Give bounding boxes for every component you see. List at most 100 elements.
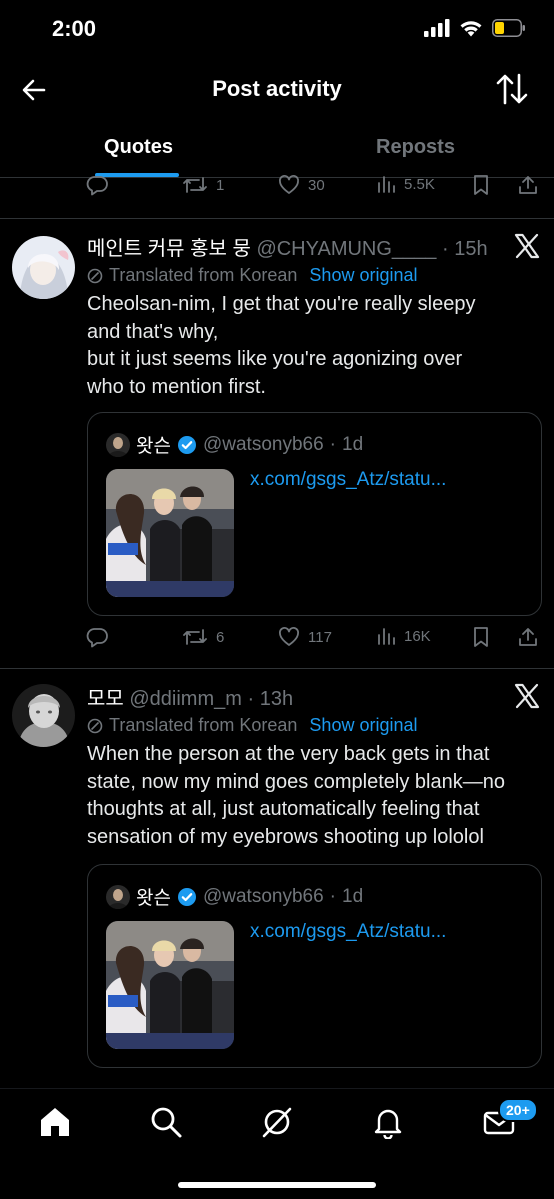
- translation-row: Translated from Korean Show original: [87, 715, 417, 736]
- share-button[interactable]: [518, 626, 538, 648]
- tab-reposts[interactable]: Reposts: [277, 122, 554, 178]
- status-icons: [424, 19, 526, 37]
- post-text-line: but it just seems like you're agonizing …: [87, 348, 463, 370]
- quoted-time: 1d: [342, 885, 364, 907]
- post-actions: 6 117 16K: [86, 626, 546, 656]
- home-indicator: [178, 1182, 376, 1188]
- quoted-post-card[interactable]: 왓슨 @watsonyb66 · 1d x.com/gsgs_Atz/statu…: [87, 412, 542, 616]
- cellular-signal-icon: [424, 19, 450, 37]
- battery-icon: [492, 19, 525, 37]
- translation-row: Translated from Korean Show original: [87, 265, 417, 286]
- sort-icon[interactable]: [496, 72, 528, 106]
- translated-label: Translated from Korean: [109, 715, 298, 735]
- avatar[interactable]: [12, 236, 75, 299]
- quoted-link[interactable]: x.com/gsgs_Atz/statu...: [250, 921, 446, 943]
- translated-label: Translated from Korean: [109, 265, 298, 285]
- x-logo-icon: [514, 683, 540, 709]
- tab-quotes[interactable]: Quotes: [0, 122, 277, 178]
- grok-icon[interactable]: [260, 1105, 294, 1139]
- quoted-time: 1d: [342, 433, 364, 455]
- repost-icon: [183, 629, 207, 645]
- messages-badge: 20+: [498, 1098, 538, 1122]
- previous-post-actions: 1 30 5.5K: [86, 174, 546, 204]
- like-button[interactable]: 30: [278, 174, 325, 196]
- quoted-post-card[interactable]: 왓슨 @watsonyb66 · 1d x.com/gsgs_Atz/statu…: [87, 864, 542, 1068]
- views-icon: [378, 176, 395, 193]
- views-icon: [378, 628, 395, 645]
- reply-button[interactable]: [86, 174, 108, 196]
- display-name[interactable]: 메인트 커뮤 홍보 뭉: [87, 238, 251, 260]
- repost-count: 6: [216, 628, 225, 646]
- top-bar: Post activity: [0, 62, 554, 118]
- reply-icon: [86, 628, 108, 648]
- quoted-display-name: 왓슨: [136, 436, 171, 457]
- tab-bar: Quotes Reposts: [0, 122, 554, 178]
- quoted-link[interactable]: x.com/gsgs_Atz/statu...: [250, 469, 446, 491]
- post-header: 모모 @ddiimm_m · 13h: [87, 688, 294, 710]
- view-count: 5.5K: [404, 175, 435, 193]
- post-time: 13h: [259, 688, 294, 710]
- verified-badge-icon: [177, 887, 196, 906]
- bookmark-icon: [474, 627, 488, 647]
- quoted-handle: @watsonyb66: [202, 433, 324, 455]
- repost-icon: [183, 177, 207, 193]
- notifications-bell-icon[interactable]: [371, 1105, 405, 1139]
- post-header: 메인트 커뮤 홍보 뭉 @CHYAMUNG____ · 15h: [87, 238, 488, 260]
- status-bar: 2:00: [0, 0, 554, 62]
- page-title: Post activity: [212, 76, 342, 101]
- quoted-display-name: 왓슨: [136, 888, 171, 909]
- share-icon: [519, 176, 537, 194]
- share-button[interactable]: [518, 174, 538, 196]
- user-handle[interactable]: @ddiimm_m: [129, 688, 242, 710]
- reply-button[interactable]: [86, 626, 108, 648]
- wifi-icon: [460, 21, 482, 37]
- share-icon: [519, 628, 537, 646]
- quoted-handle: @watsonyb66: [202, 885, 324, 907]
- post-time: 15h: [454, 238, 488, 260]
- post-text-line: thoughts at all, just automatically feel…: [87, 798, 480, 820]
- heart-icon: [279, 175, 299, 194]
- home-icon[interactable]: [38, 1105, 72, 1139]
- post-text: Cheolsan-nim, I get that you're really s…: [87, 291, 547, 401]
- translate-icon: [87, 718, 103, 733]
- views-button[interactable]: 16K: [376, 626, 431, 646]
- quoted-post-header: 왓슨 @watsonyb66 · 1d: [106, 431, 363, 458]
- status-time: 2:00: [52, 16, 97, 41]
- heart-icon: [279, 627, 299, 646]
- reply-icon: [86, 176, 108, 196]
- post-text-line: and that's why,: [87, 320, 219, 343]
- quoted-media-thumbnail[interactable]: [106, 469, 234, 597]
- post-text-line: state, now my mind goes completely blank…: [87, 770, 505, 793]
- x-logo-icon: [514, 233, 540, 259]
- quoted-avatar: [106, 884, 130, 909]
- post-text-line: sensation of my eyebrows shooting up lol…: [87, 825, 484, 848]
- post-text-line: who to mention first.: [87, 375, 266, 398]
- bookmark-button[interactable]: [472, 174, 490, 196]
- post-text-line: When the person at the very back gets in…: [87, 743, 490, 765]
- quoted-media-thumbnail[interactable]: [106, 921, 234, 1049]
- like-count: 30: [308, 176, 325, 194]
- like-count: 117: [308, 628, 332, 646]
- display-name[interactable]: 모모: [87, 688, 124, 710]
- bookmark-button[interactable]: [472, 626, 490, 648]
- repost-button[interactable]: 6: [182, 626, 224, 648]
- verified-badge-icon: [177, 435, 196, 454]
- bookmark-icon: [474, 175, 488, 195]
- show-original-link[interactable]: Show original: [309, 265, 417, 286]
- like-button[interactable]: 117: [278, 626, 332, 648]
- quote-post[interactable]: 메인트 커뮤 홍보 뭉 @CHYAMUNG____ · 15h Translat…: [0, 219, 554, 668]
- show-original-link[interactable]: Show original: [309, 715, 417, 736]
- user-handle[interactable]: @CHYAMUNG____: [256, 238, 436, 260]
- repost-count: 1: [216, 176, 225, 194]
- quoted-post-header: 왓슨 @watsonyb66 · 1d: [106, 883, 363, 910]
- translate-icon: [87, 268, 103, 283]
- views-button[interactable]: 5.5K: [376, 174, 435, 194]
- quote-post[interactable]: 모모 @ddiimm_m · 13h Translated from Korea…: [0, 669, 554, 1088]
- post-text: When the person at the very back gets in…: [87, 741, 547, 851]
- avatar[interactable]: [12, 684, 75, 747]
- view-count: 16K: [404, 627, 431, 645]
- search-icon[interactable]: [149, 1105, 183, 1139]
- repost-button[interactable]: 1: [182, 174, 224, 196]
- post-text-line: Cheolsan-nim, I get that you're really s…: [87, 293, 476, 315]
- quoted-avatar: [106, 432, 130, 457]
